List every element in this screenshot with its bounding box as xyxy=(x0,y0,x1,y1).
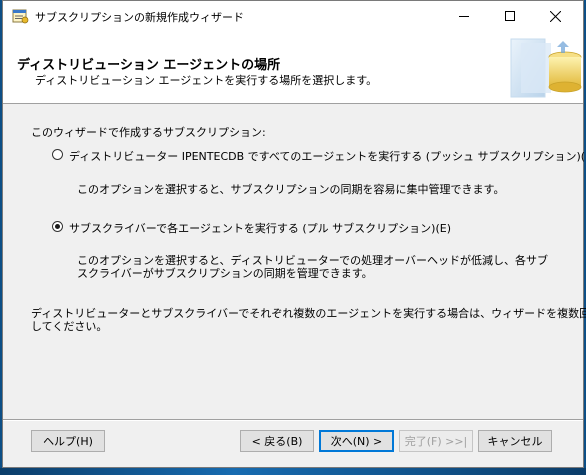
push-subscription-radio[interactable] xyxy=(52,149,63,160)
push-subscription-description: このオプションを選択すると、サブスクリプションの同期を容易に集中管理できます。 xyxy=(77,183,505,196)
cancel-button[interactable]: キャンセル xyxy=(478,430,552,452)
page-subtitle: ディストリビューション エージェントを実行する場所を選択します。 xyxy=(35,74,378,87)
page-title: ディストリビューション エージェントの場所 xyxy=(17,58,281,73)
minimize-button[interactable] xyxy=(441,1,486,31)
desktop-background xyxy=(0,468,586,475)
minimize-icon xyxy=(458,16,469,17)
help-button[interactable]: ヘルプ(H) xyxy=(31,430,105,452)
app-icon xyxy=(12,8,29,24)
window-title: サブスクリプションの新規作成ウィザード xyxy=(35,11,244,24)
back-button[interactable]: < 戻る(B) xyxy=(240,430,314,452)
footer-separator xyxy=(3,419,583,421)
finish-button[interactable]: 完了(F) >>| xyxy=(399,430,473,452)
pull-subscription-radio[interactable] xyxy=(52,221,63,232)
wizard-content: このウィザードで作成するサブスクリプション: ディストリビューター IPENTE… xyxy=(3,104,586,419)
next-button[interactable]: 次へ(N) > xyxy=(319,430,394,452)
push-subscription-label[interactable]: ディストリビューター IPENTECDB ですべてのエージェントを実行する (プ… xyxy=(69,148,586,164)
close-button[interactable] xyxy=(533,1,578,31)
wizard-note-line1: ディストリビューターとサブスクライバーでそれぞれ複数のエージェントを実行する場合… xyxy=(31,307,586,320)
database-wizard-graphic xyxy=(510,38,582,98)
close-icon xyxy=(550,10,561,22)
maximize-icon xyxy=(504,11,515,21)
pull-subscription-description-line2: スクライバーがサブスクリプションの同期を管理できます。 xyxy=(77,267,373,280)
maximize-button[interactable] xyxy=(487,1,532,31)
wizard-note-line2: してください。 xyxy=(31,320,108,333)
wizard-window: サブスクリプションの新規作成ウィザード ディストリビューション エージェントの場… xyxy=(2,0,586,468)
subscription-prompt: このウィザードで作成するサブスクリプション: xyxy=(31,126,266,139)
title-bar[interactable]: サブスクリプションの新規作成ウィザード xyxy=(3,1,583,31)
wizard-header: ディストリビューション エージェントの場所 ディストリビューション エージェント… xyxy=(3,31,583,104)
pull-subscription-label[interactable]: サブスクライバーで各エージェントを実行する (プル サブスクリプション)(E) xyxy=(69,220,451,236)
